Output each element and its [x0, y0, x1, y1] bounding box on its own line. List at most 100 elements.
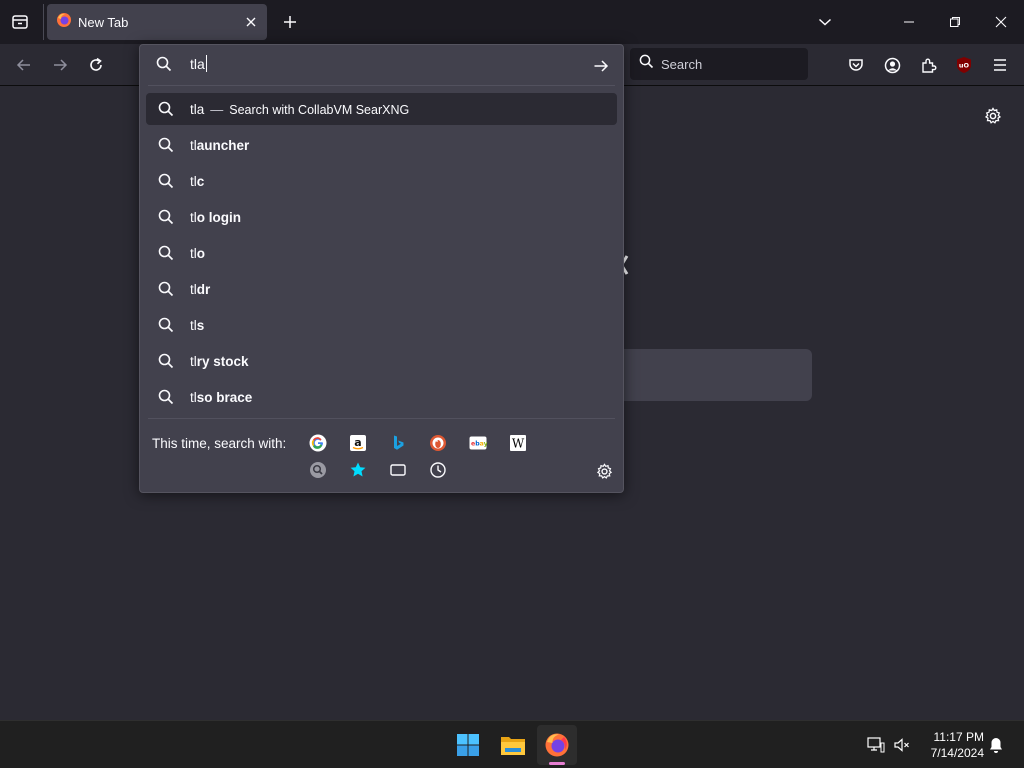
search-icon — [156, 387, 176, 407]
tab-title: New Tab — [78, 14, 129, 30]
urlbar-input[interactable]: tla — [190, 55, 207, 72]
urlbar-result[interactable]: tldr — [146, 273, 617, 305]
amazon-icon[interactable]: a — [347, 432, 369, 454]
tab-strip: New Tab — [0, 0, 1024, 44]
duckduckgo-icon[interactable] — [427, 432, 449, 454]
result-typed-text: tl — [190, 281, 197, 297]
urlbar-dropdown: tla tla — Search with CollabVM SearXNG tlau… — [139, 44, 624, 493]
urlbar-input-row[interactable] — [140, 45, 623, 85]
urlbar-input-value: tla — [190, 55, 205, 72]
searxng-icon[interactable] — [307, 459, 329, 481]
result-completion-text: ry stock — [196, 353, 249, 369]
bing-icon[interactable] — [387, 432, 409, 454]
notifications-bell-icon[interactable] — [976, 725, 1016, 765]
pocket-icon[interactable] — [841, 50, 871, 80]
urlbar-result-text: tlso brace — [190, 390, 252, 405]
result-completion-text: auncher — [196, 137, 250, 153]
urlbar-separator — [148, 85, 615, 86]
search-icon — [639, 54, 654, 74]
search-icon — [156, 279, 176, 299]
urlbar-result[interactable]: tls — [146, 309, 617, 341]
search-icon — [156, 315, 176, 335]
account-icon[interactable] — [877, 50, 907, 80]
search-bar[interactable]: Search — [630, 48, 808, 80]
text-caret — [205, 55, 207, 72]
search-icon — [156, 99, 176, 119]
search-icon — [156, 56, 172, 77]
result-completion-text: c — [196, 173, 205, 189]
windows-start-icon[interactable] — [448, 725, 488, 765]
urlbar-result[interactable]: tla — Search with CollabVM SearXNG — [146, 93, 617, 125]
go-arrow-icon[interactable] — [588, 53, 614, 79]
tab-divider — [43, 4, 44, 40]
back-arrow-icon[interactable] — [9, 50, 39, 80]
search-icon — [156, 351, 176, 371]
firefox-favicon-icon — [56, 12, 72, 33]
urlbar-result-text: tlo login — [190, 210, 241, 225]
taskbar: 11:17 PM 7/14/2024 — [0, 720, 1024, 768]
bookmarks-icon[interactable] — [347, 459, 369, 481]
clock[interactable]: 11:17 PM 7/14/2024 — [918, 729, 984, 761]
result-completion-text: dr — [196, 281, 211, 297]
urlbar-result[interactable]: tlc — [146, 165, 617, 197]
urlbar-result[interactable]: tlauncher — [146, 129, 617, 161]
list-all-tabs-chevron-icon[interactable] — [811, 8, 839, 36]
urlbar-result-text: tla — Search with CollabVM SearXNG — [190, 102, 409, 117]
oneoff-separator — [148, 418, 615, 419]
urlbar-result[interactable]: tlo — [146, 237, 617, 269]
ublock-origin-icon[interactable]: uO — [949, 50, 979, 80]
urlbar-result-text: tlo — [190, 246, 205, 261]
tab-new-tab[interactable]: New Tab — [47, 4, 267, 40]
firefox-taskbar-icon[interactable] — [537, 725, 577, 765]
search-settings-gear-icon[interactable] — [592, 459, 616, 483]
close-window-icon[interactable] — [978, 0, 1024, 44]
result-typed-text: tla — [190, 101, 205, 117]
tabs-icon[interactable] — [387, 459, 409, 481]
result-typed-text: tl — [190, 353, 197, 369]
newtab-settings-gear-icon[interactable] — [980, 103, 1006, 129]
close-tab-icon[interactable] — [239, 10, 263, 34]
urlbar-result-text: tlauncher — [190, 138, 249, 153]
svg-text:uO: uO — [959, 62, 970, 70]
urlbar-result-text: tldr — [190, 282, 210, 297]
google-icon[interactable] — [307, 432, 329, 454]
ebay-icon[interactable]: ebay — [467, 432, 489, 454]
new-tab-plus-icon[interactable] — [277, 8, 303, 36]
oneoff-label: This time, search with: — [152, 436, 287, 451]
clock-time: 11:17 PM — [933, 730, 984, 744]
result-typed-text: tl — [190, 137, 197, 153]
search-bar-placeholder: Search — [661, 56, 703, 72]
result-typed-text: tl — [190, 209, 197, 225]
hamburger-menu-icon[interactable] — [985, 50, 1015, 80]
result-separator-dash: — — [210, 101, 224, 117]
restore-icon[interactable] — [932, 0, 978, 44]
clock-date: 7/14/2024 — [930, 746, 984, 760]
search-icon — [156, 207, 176, 227]
urlbar-result-text: tlc — [190, 174, 204, 189]
result-completion-text: o login — [196, 209, 241, 225]
result-completion-text: so brace — [196, 389, 253, 405]
reload-icon[interactable] — [81, 50, 111, 80]
extensions-icon[interactable] — [913, 50, 943, 80]
minimize-icon[interactable] — [886, 0, 932, 44]
active-app-indicator — [549, 762, 565, 765]
file-explorer-icon[interactable] — [493, 725, 533, 765]
urlbar-result-text: tlry stock — [190, 354, 249, 369]
result-action-text: Search with CollabVM SearXNG — [229, 102, 410, 117]
forward-arrow-icon[interactable] — [45, 50, 75, 80]
urlbar-result[interactable]: tlso brace — [146, 381, 617, 413]
tab-manager-icon[interactable] — [6, 8, 34, 36]
result-completion-text: o — [196, 245, 205, 261]
urlbar-result-text: tls — [190, 318, 204, 333]
history-icon[interactable] — [427, 459, 449, 481]
svg-text:ebay: ebay — [471, 441, 487, 448]
result-completion-text: s — [196, 317, 205, 333]
wikipedia-icon[interactable]: W — [507, 432, 529, 454]
result-typed-text: tl — [190, 173, 197, 189]
result-typed-text: tl — [190, 389, 197, 405]
search-icon — [156, 135, 176, 155]
search-icon — [156, 243, 176, 263]
urlbar-result[interactable]: tlry stock — [146, 345, 617, 377]
volume-muted-icon[interactable] — [882, 725, 922, 765]
urlbar-result[interactable]: tlo login — [146, 201, 617, 233]
